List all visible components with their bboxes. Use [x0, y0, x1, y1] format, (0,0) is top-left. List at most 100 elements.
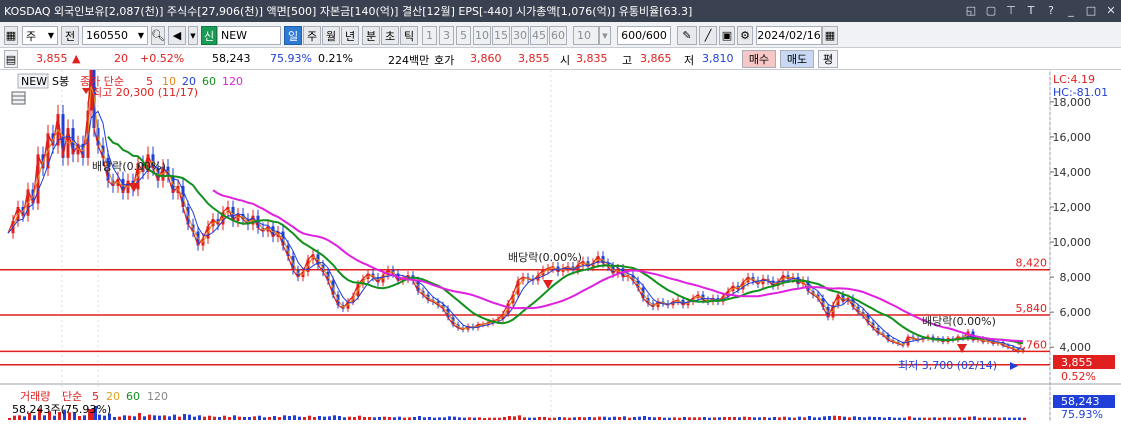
volume-bar	[238, 416, 241, 420]
volume-bar	[973, 416, 976, 420]
chevron-down-icon[interactable]: ▼	[599, 26, 611, 45]
ask-label: 호가	[434, 54, 455, 67]
period-day[interactable]: 일	[284, 26, 302, 45]
volume-bar	[418, 416, 421, 420]
volume-bar	[778, 417, 781, 420]
volume-bar	[83, 415, 86, 420]
period-month[interactable]: 월	[322, 26, 340, 45]
change-arrow-icon: ▲	[72, 52, 81, 65]
volume-bar	[338, 416, 341, 420]
period-tick[interactable]: 틱	[400, 26, 418, 45]
volume-bar	[308, 415, 311, 420]
volume-bar	[403, 417, 406, 420]
quote-bar: ▤ 3,855 ▲ 20 +0.52% 58,243 75.93% 0.21% …	[0, 48, 1121, 70]
volume-bar	[793, 417, 796, 420]
volume-bar	[868, 416, 871, 420]
period-week[interactable]: 주	[303, 26, 321, 45]
gear-icon[interactable]: ⚙	[737, 26, 753, 45]
volume-bar	[8, 418, 11, 420]
calendar-icon[interactable]: ▦	[822, 26, 838, 45]
volume-bar	[243, 417, 246, 420]
volume-bar	[958, 417, 961, 420]
period-second[interactable]: 초	[381, 26, 399, 45]
chart-line-icon[interactable]: ╱	[699, 26, 717, 45]
volume-bar	[263, 417, 266, 420]
volume-bar	[858, 417, 861, 420]
ma-60-label: 60	[202, 75, 216, 88]
volume-bar	[833, 415, 836, 420]
save-icon[interactable]: ▣	[719, 26, 735, 45]
eval-button[interactable]: 평	[818, 50, 838, 68]
period-minute[interactable]: 분	[362, 26, 380, 45]
interval-3[interactable]: 3	[439, 26, 454, 45]
volume-bar	[538, 417, 541, 420]
volume-bar	[23, 416, 26, 420]
interval-5[interactable]: 5	[456, 26, 471, 45]
count-field[interactable]: 600/600	[617, 26, 671, 45]
code-input[interactable]: 160550 ▼	[82, 26, 148, 45]
close-icon[interactable]: ✕	[1105, 2, 1117, 18]
volume-bar	[498, 417, 501, 420]
volume-bar	[408, 417, 411, 420]
help-icon[interactable]: ?	[1045, 2, 1057, 18]
volume-bar	[663, 417, 666, 420]
volume-bar	[218, 417, 221, 420]
volume-bar	[373, 417, 376, 420]
volume-bar	[488, 417, 491, 420]
volume-bar	[788, 417, 791, 420]
volume-bar	[323, 416, 326, 420]
low-label: 저	[684, 54, 695, 67]
high-annotation: 최고 20,300 (11/17)	[92, 86, 198, 99]
volume-ma-label: 단순	[62, 390, 82, 403]
interval-1[interactable]: 1	[422, 26, 437, 45]
volume-bar	[313, 417, 316, 420]
interval-15[interactable]: 15	[492, 26, 510, 45]
interval-10[interactable]: 10	[473, 26, 491, 45]
volume-bar	[168, 416, 171, 420]
panel-icon[interactable]: ▤	[4, 50, 18, 68]
volume-bar	[213, 416, 216, 420]
layout-icon[interactable]: ◱	[965, 2, 977, 18]
date-field[interactable]: 2024/02/16	[756, 26, 822, 45]
y-tick-label: 14,000	[1053, 166, 1092, 179]
y-tick-label: 4,000	[1060, 341, 1092, 354]
table-icon[interactable]	[11, 91, 26, 105]
copy-icon[interactable]: ▢	[985, 2, 997, 18]
interval-custom[interactable]: 10	[573, 26, 599, 45]
interval-45[interactable]: 45	[530, 26, 548, 45]
period-year[interactable]: 년	[341, 26, 359, 45]
all-button[interactable]: 전	[61, 26, 79, 45]
volume-bar	[18, 415, 21, 420]
volume-bar	[13, 415, 16, 420]
tools-icon[interactable]: ✎	[677, 26, 697, 45]
dividend-annotation-2: 배당락(0.00%)	[508, 251, 582, 264]
pin-icon[interactable]: ⊤	[1005, 2, 1017, 18]
hc-label: HC:-81.01	[1053, 86, 1108, 99]
volume-bar	[188, 414, 191, 420]
interval-30[interactable]: 30	[511, 26, 529, 45]
volume-bar	[528, 417, 531, 420]
volume-ma-20: 20	[106, 390, 120, 403]
volume-bar	[53, 415, 56, 420]
volume-bar	[723, 417, 726, 420]
chevron-down-icon[interactable]: ▼	[188, 26, 198, 45]
maximize-icon[interactable]: □	[1085, 2, 1097, 18]
font-icon[interactable]: T	[1025, 2, 1037, 18]
new-stock-field[interactable]: NEW	[217, 26, 281, 45]
interval-60[interactable]: 60	[549, 26, 567, 45]
speaker-icon[interactable]: ◀	[168, 26, 186, 45]
volume-bar	[938, 417, 941, 420]
volume-bar	[293, 415, 296, 420]
market-select[interactable]: 주 ▼	[22, 26, 58, 45]
sell-button[interactable]: 매도	[780, 50, 814, 68]
market-label: 주	[26, 29, 37, 43]
volume-bar	[438, 417, 441, 420]
new-badge[interactable]: 신	[201, 26, 217, 45]
volume-bar	[718, 417, 721, 420]
search-icon[interactable]: 🔍︎	[151, 26, 165, 45]
price-chart[interactable]: 8,420 5,840 3,760 18,000 16,000 14,000 12,000…	[0, 50, 1121, 422]
grid-icon[interactable]: ▦	[4, 26, 18, 45]
buy-button[interactable]: 매수	[742, 50, 776, 68]
minimize-icon[interactable]: _	[1065, 2, 1077, 18]
chart-canvas[interactable]: 8,4205,8403,760 18,00016,00014,00012,000…	[0, 50, 1121, 422]
